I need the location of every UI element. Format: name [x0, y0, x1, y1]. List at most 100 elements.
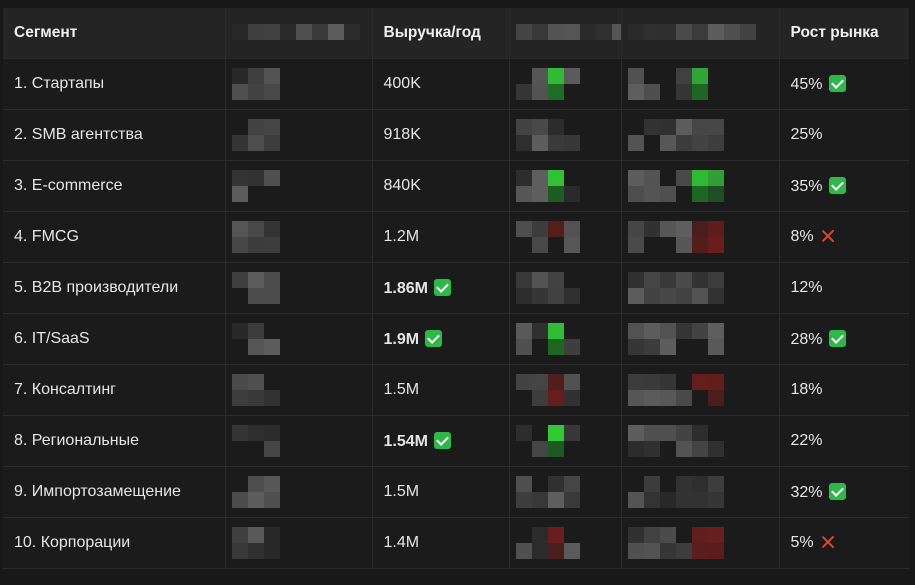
redacted-value — [627, 314, 779, 364]
table-row[interactable]: 1. Стартапы 400K 45% — [3, 58, 909, 110]
redacted-cell — [621, 364, 780, 416]
growth-value: 12% — [790, 279, 823, 296]
redacted-value — [231, 263, 372, 313]
revenue-cell: 1.4M — [372, 517, 510, 569]
segment-cell: 1. Стартапы — [3, 58, 226, 110]
redacted-value — [627, 110, 779, 160]
segment-cell: 8. Региональные — [3, 415, 226, 467]
growth-cell: 28% — [779, 313, 909, 365]
redacted-cell — [621, 313, 780, 365]
table-row[interactable]: 10. Корпорации 1.4M 5% — [3, 517, 909, 569]
redacted-cell — [225, 313, 373, 365]
redacted-value — [515, 365, 621, 415]
header-row: Сегмент Выручка/год Рост рынка — [3, 8, 909, 59]
revenue-value: 1.5M — [383, 381, 420, 398]
redacted-value — [627, 365, 779, 415]
check-icon — [433, 431, 451, 449]
revenue-cell: 1.5M — [372, 364, 510, 416]
header-redacted-3[interactable] — [621, 8, 780, 59]
revenue-cell: 1.9M — [372, 313, 510, 365]
redacted-cell — [225, 466, 373, 518]
growth-value: 18% — [790, 381, 823, 398]
revenue-value: 1.9M — [383, 330, 420, 348]
redacted-value — [515, 110, 621, 160]
redacted-cell — [509, 58, 622, 110]
table-row[interactable]: 7. Консалтинг 1.5M 18% — [3, 364, 909, 416]
growth-value: 8% — [790, 228, 814, 245]
check-icon — [828, 74, 846, 92]
growth-cell: 35% — [779, 160, 909, 212]
table-row[interactable]: 9. Импортозамещение 1.5M 32% — [3, 466, 909, 518]
header-redacted-1[interactable] — [225, 8, 373, 59]
redacted-value — [231, 365, 372, 415]
growth-cell: 5% — [779, 517, 909, 569]
redacted-cell — [225, 109, 373, 161]
redacted-cell — [509, 109, 622, 161]
table-row[interactable]: 5. B2B производители 1.86M 12% — [3, 262, 909, 314]
growth-cell: 22% — [779, 415, 909, 467]
revenue-cell: 1.86M — [372, 262, 510, 314]
redacted-cell — [509, 517, 622, 569]
redacted-value — [515, 518, 621, 568]
revenue-value: 400K — [383, 75, 421, 92]
table-row[interactable]: 4. FMCG 1.2M 8% — [3, 211, 909, 263]
redacted-value — [515, 467, 621, 517]
revenue-cell: 1.5M — [372, 466, 510, 518]
check-icon — [425, 329, 443, 347]
growth-cell: 12% — [779, 262, 909, 314]
segment-cell: 2. SMB агентства — [3, 109, 226, 161]
check-icon — [828, 176, 846, 194]
redacted-header — [627, 8, 779, 58]
table-container: Сегмент Выручка/год Рост рынка 1. Старта… — [3, 8, 909, 569]
redacted-value — [231, 212, 372, 262]
table-row[interactable]: 6. IT/SaaS 1.9M 28% — [3, 313, 909, 365]
revenue-cell: 1.54M — [372, 415, 510, 467]
redacted-value — [231, 59, 372, 109]
redacted-cell — [225, 415, 373, 467]
redacted-cell — [621, 58, 780, 110]
redacted-cell — [225, 262, 373, 314]
revenue-value: 1.5M — [383, 483, 420, 500]
header-segment[interactable]: Сегмент — [3, 8, 226, 59]
redacted-cell — [621, 415, 780, 467]
table-row[interactable]: 2. SMB агентства 918K 25% — [3, 109, 909, 161]
redacted-cell — [509, 364, 622, 416]
redacted-value — [627, 161, 779, 211]
revenue-value: 1.2M — [383, 228, 420, 245]
redacted-cell — [509, 466, 622, 518]
redacted-cell — [509, 313, 622, 365]
revenue-cell: 840K — [372, 160, 510, 212]
check-icon — [433, 278, 451, 296]
redacted-cell — [509, 262, 622, 314]
cross-icon — [820, 534, 836, 550]
cross-icon — [820, 228, 836, 244]
table-row[interactable]: 3. E-commerce 840K 35% — [3, 160, 909, 212]
revenue-value: 1.54M — [383, 432, 428, 450]
redacted-cell — [225, 58, 373, 110]
redacted-cell — [621, 109, 780, 161]
redacted-cell — [225, 160, 373, 212]
segment-cell: 9. Импортозамещение — [3, 466, 226, 518]
redacted-cell — [509, 211, 622, 263]
redacted-cell — [621, 160, 780, 212]
redacted-value — [515, 212, 621, 262]
header-revenue[interactable]: Выручка/год — [372, 8, 510, 59]
redacted-value — [231, 467, 372, 517]
revenue-value: 1.4M — [383, 534, 420, 551]
redacted-cell — [509, 160, 622, 212]
growth-value: 25% — [790, 126, 823, 143]
redacted-cell — [509, 415, 622, 467]
redacted-value — [515, 59, 621, 109]
growth-cell: 8% — [779, 211, 909, 263]
table-row[interactable]: 8. Региональные 1.54M 22% — [3, 415, 909, 467]
header-redacted-2[interactable] — [509, 8, 622, 59]
redacted-cell — [225, 211, 373, 263]
header-growth[interactable]: Рост рынка — [779, 8, 909, 59]
table-body: 1. Стартапы 400K 45% 2. SMB агентства 918K 25… — [3, 58, 909, 569]
redacted-value — [231, 416, 372, 466]
segment-cell: 4. FMCG — [3, 211, 226, 263]
growth-value: 22% — [790, 432, 823, 449]
redacted-cell — [621, 466, 780, 518]
check-icon — [828, 482, 846, 500]
revenue-cell: 918K — [372, 109, 510, 161]
